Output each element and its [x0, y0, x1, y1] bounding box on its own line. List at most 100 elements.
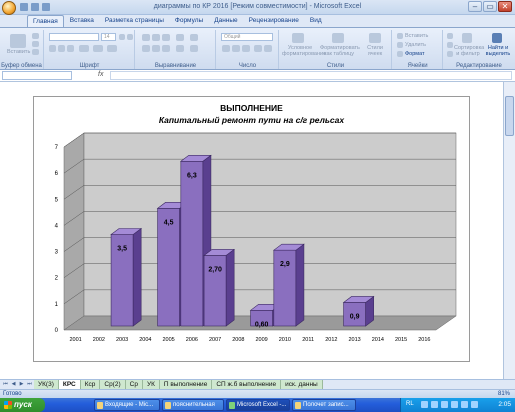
tab-home[interactable]: Главная: [27, 15, 64, 27]
conditional-format-icon[interactable]: [292, 33, 304, 43]
cell-styles-button[interactable]: Стили ячеек: [360, 45, 390, 57]
decrease-decimal-icon[interactable]: [264, 45, 272, 52]
underline-icon[interactable]: [67, 45, 74, 52]
fill-icon[interactable]: [447, 42, 453, 48]
align-bottom-icon[interactable]: [162, 34, 170, 41]
paste-button[interactable]: Вставить: [7, 49, 30, 55]
y-tick-label: 7: [55, 145, 59, 151]
taskbar-item-recorder[interactable]: Полочет запис...: [292, 399, 356, 411]
printer-icon[interactable]: [461, 401, 468, 408]
formula-input[interactable]: [110, 71, 512, 80]
zoom-level[interactable]: 81%: [498, 391, 510, 397]
tab-page-layout[interactable]: Разметка страницы: [100, 15, 169, 27]
messenger-icon[interactable]: [471, 401, 478, 408]
sheet-tab[interactable]: КРС: [58, 380, 81, 389]
align-top-icon[interactable]: [142, 34, 150, 41]
update-icon[interactable]: [451, 401, 458, 408]
group-alignment: Выравнивание: [136, 30, 216, 69]
minimize-button[interactable]: ‒: [468, 1, 482, 12]
cell-styles-icon[interactable]: [369, 33, 381, 43]
network-icon[interactable]: [421, 401, 428, 408]
taskbar-item-label: Полочет запис...: [303, 402, 349, 408]
vertical-scrollbar[interactable]: [503, 82, 515, 379]
format-as-table-button[interactable]: Форматировать как таблицу: [320, 45, 360, 57]
cut-icon[interactable]: [32, 33, 39, 39]
font-name-select[interactable]: [49, 33, 99, 41]
scroll-thumb[interactable]: [505, 96, 514, 136]
format-cells-icon[interactable]: [397, 51, 403, 57]
tab-insert[interactable]: Вставка: [65, 15, 99, 27]
wrap-text-icon[interactable]: [190, 34, 198, 41]
taskbar-item-word[interactable]: пояснительная: [162, 399, 224, 411]
autosum-icon[interactable]: [447, 33, 453, 39]
conditional-format-button[interactable]: Условное форматирование: [282, 45, 326, 57]
name-box[interactable]: [2, 71, 72, 80]
delete-cells-icon[interactable]: [397, 42, 403, 48]
format-as-table-icon[interactable]: [332, 33, 344, 43]
percent-icon[interactable]: [232, 45, 240, 52]
bold-icon[interactable]: [49, 45, 56, 52]
sheet-tab[interactable]: Ср: [125, 380, 143, 389]
sheet-tab[interactable]: П выполнение: [159, 380, 213, 389]
fx-label[interactable]: fx: [98, 71, 103, 78]
clear-icon[interactable]: [447, 51, 453, 57]
align-middle-icon[interactable]: [152, 34, 160, 41]
fill-color-icon[interactable]: [93, 45, 103, 52]
x-tick-label: 2001: [70, 337, 82, 343]
align-left-icon[interactable]: [142, 45, 150, 52]
sheet-tab[interactable]: УК: [142, 380, 160, 389]
delete-cells-button[interactable]: Удалить: [405, 42, 426, 48]
prev-sheet-icon[interactable]: ◀: [10, 381, 17, 388]
sheet-tab[interactable]: СП ж.б выполнение: [212, 380, 282, 389]
grow-font-icon[interactable]: [119, 34, 125, 40]
align-right-icon[interactable]: [162, 45, 170, 52]
maximize-button[interactable]: ▭: [483, 1, 497, 12]
y-tick-label: 6: [55, 171, 59, 177]
font-size-select[interactable]: 14: [101, 33, 116, 41]
close-button[interactable]: ✕: [498, 1, 512, 12]
tab-view[interactable]: Вид: [305, 15, 327, 27]
sheet-tab[interactable]: Кср: [80, 380, 101, 389]
x-tick-label: 2007: [209, 337, 221, 343]
italic-icon[interactable]: [58, 45, 65, 52]
align-center-icon[interactable]: [152, 45, 160, 52]
antivirus-icon[interactable]: [441, 401, 448, 408]
insert-cells-button[interactable]: Вставить: [405, 33, 428, 39]
format-painter-icon[interactable]: [32, 49, 39, 55]
first-sheet-icon[interactable]: ⏮: [2, 381, 9, 388]
language-indicator[interactable]: RL: [406, 401, 414, 407]
number-format-select[interactable]: Общий: [221, 33, 273, 41]
sort-filter-button[interactable]: Сортировка и фильтр: [454, 45, 484, 57]
indent-icon[interactable]: [176, 45, 184, 52]
tab-formulas[interactable]: Формулы: [170, 15, 208, 27]
insert-cells-icon[interactable]: [397, 33, 403, 39]
copy-icon[interactable]: [32, 41, 39, 47]
sheet-tab[interactable]: Ср(2): [100, 380, 126, 389]
find-select-button[interactable]: Найти и выделить: [484, 45, 512, 57]
shrink-font-icon[interactable]: [127, 34, 133, 40]
start-button[interactable]: пуск: [0, 398, 45, 412]
sheet-tab[interactable]: УК(3): [34, 380, 59, 389]
tab-review[interactable]: Рецензирование: [244, 15, 304, 27]
taskbar-item-excel[interactable]: Microsoft Excel -...: [226, 399, 290, 411]
comma-icon[interactable]: [242, 45, 250, 52]
volume-icon[interactable]: [431, 401, 438, 408]
x-tick-label: 2008: [232, 337, 244, 343]
chart-area[interactable]: ВЫПОЛНЕНИЕ Капитальный ремонт пути на с/…: [33, 96, 470, 362]
font-color-icon[interactable]: [107, 45, 117, 52]
x-tick-label: 2006: [186, 337, 198, 343]
borders-icon[interactable]: [79, 45, 89, 52]
next-sheet-icon[interactable]: ▶: [18, 381, 25, 388]
sort-filter-icon[interactable]: [462, 33, 472, 43]
last-sheet-icon[interactable]: ⏭: [26, 381, 33, 388]
taskbar-item-outlook[interactable]: Входящие - Mic...: [94, 399, 160, 411]
tab-data[interactable]: Данные: [209, 15, 242, 27]
currency-icon[interactable]: [222, 45, 230, 52]
orientation-icon[interactable]: [176, 34, 184, 41]
increase-decimal-icon[interactable]: [254, 45, 262, 52]
sheet-tab[interactable]: иск. данны: [281, 380, 323, 389]
paste-icon[interactable]: [10, 34, 26, 48]
format-cells-button[interactable]: Формат: [405, 51, 425, 57]
find-select-icon[interactable]: [492, 33, 502, 43]
merge-icon[interactable]: [190, 45, 198, 52]
